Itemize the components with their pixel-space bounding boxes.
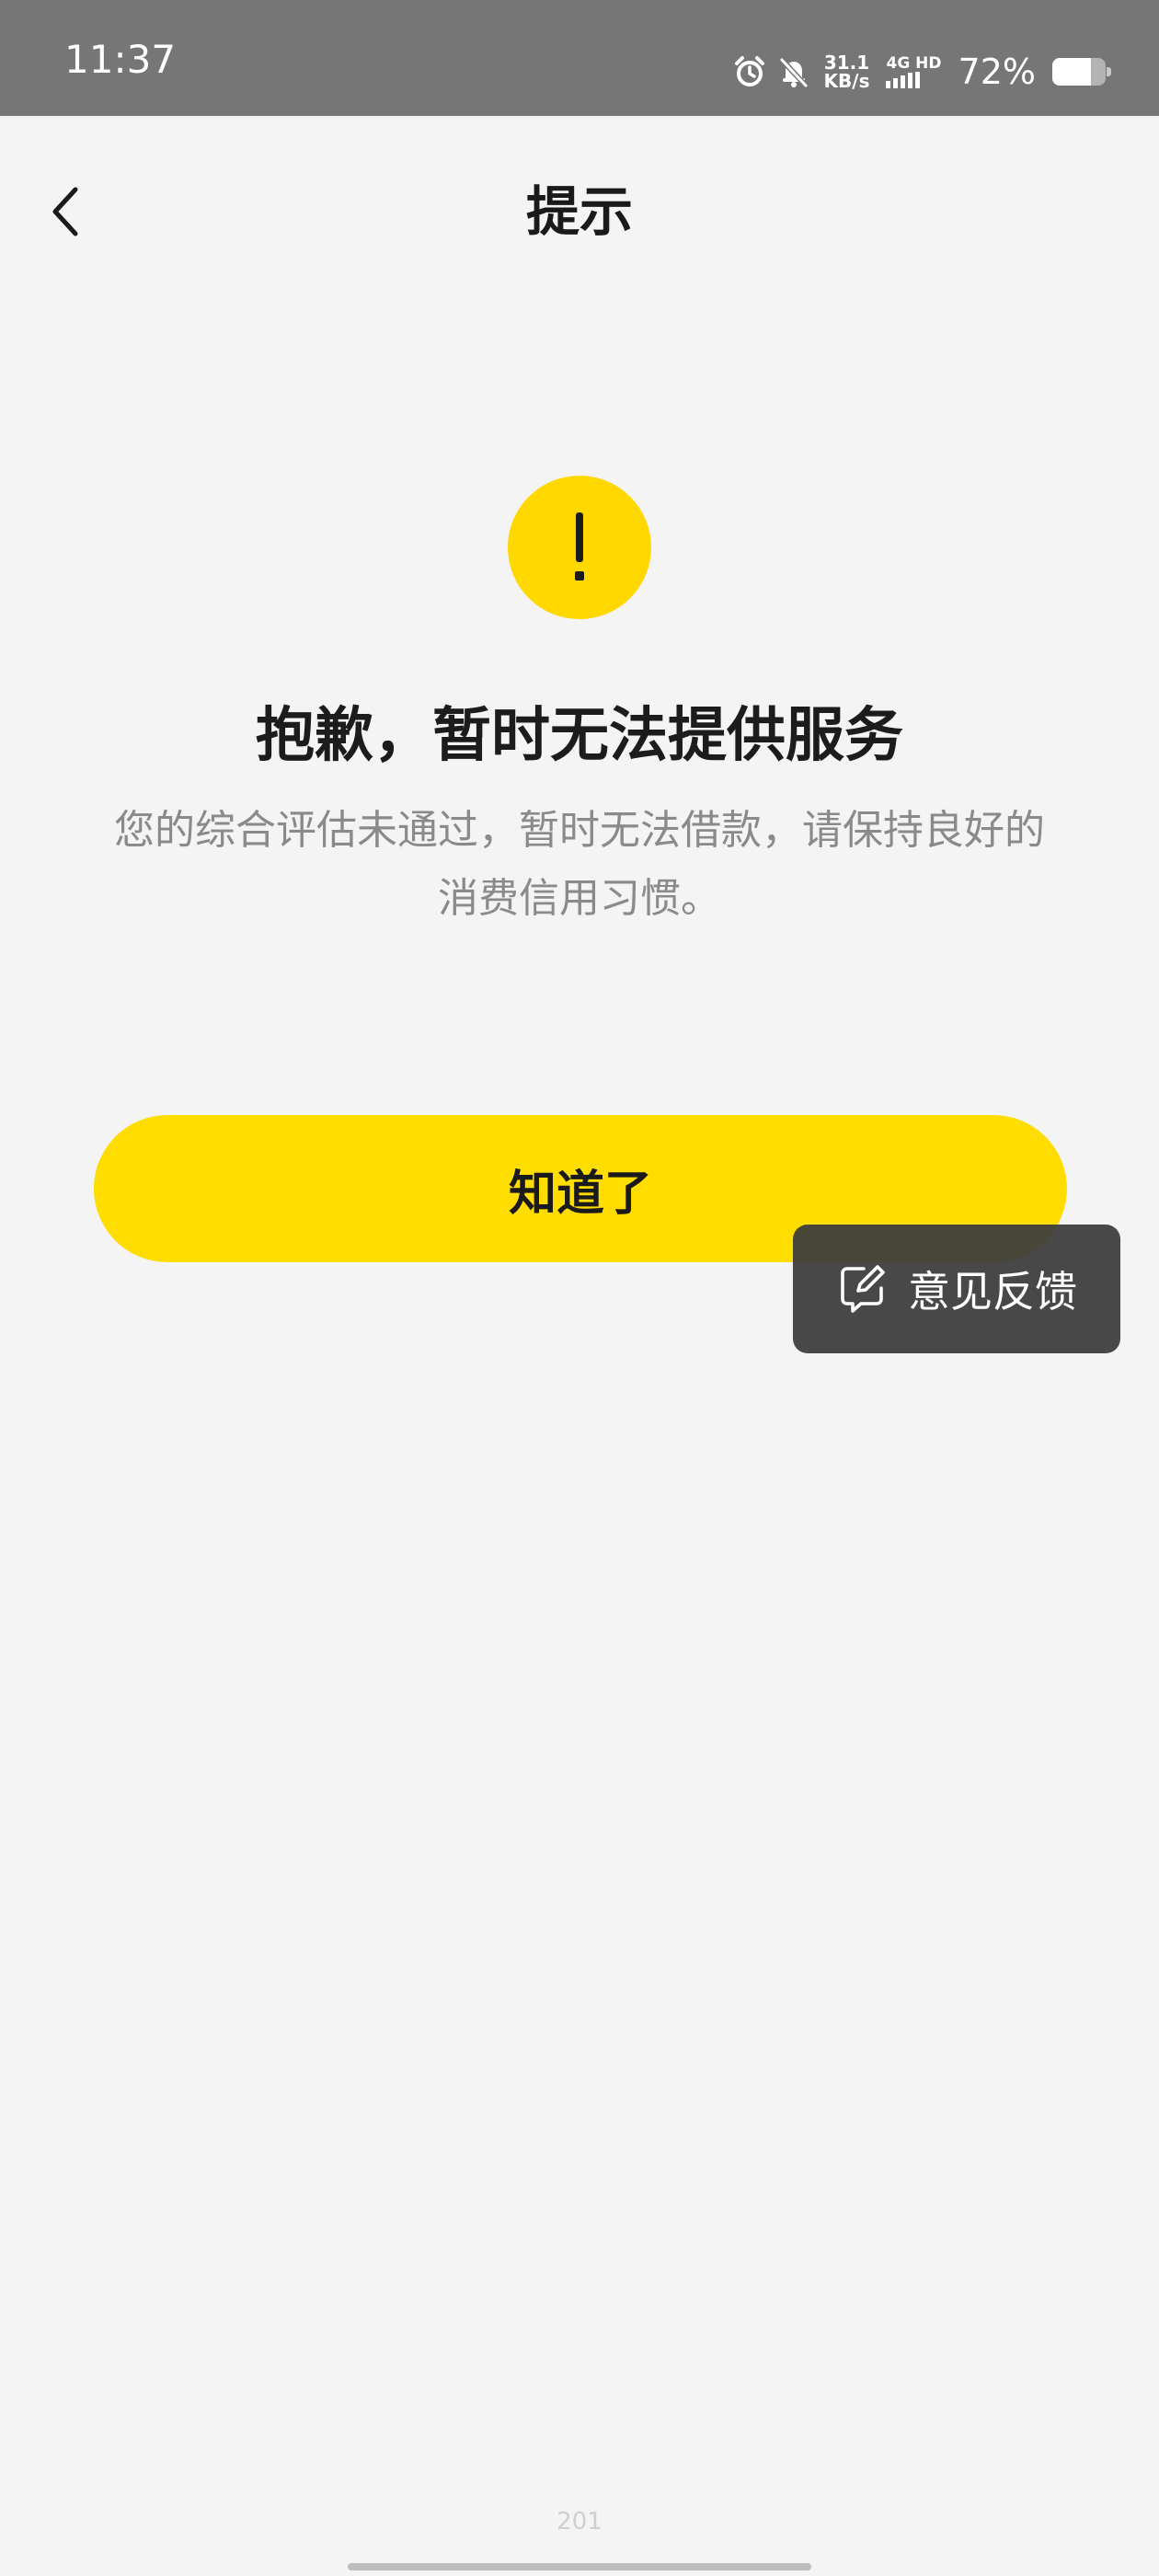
network-type-label: 4G HD xyxy=(886,54,942,73)
network-speed-unit: KB/s xyxy=(823,70,870,92)
signal-icon xyxy=(886,72,921,88)
error-headline: 抱歉，暂时无法提供服务 xyxy=(256,702,903,770)
battery-percent: 72% xyxy=(958,52,1036,92)
error-description: 您的综合评估未通过，暂时无法借款，请保持良好的消费信用习惯。 xyxy=(114,807,1045,922)
page-title: 提示 xyxy=(525,180,633,243)
alarm-icon xyxy=(732,54,767,89)
network-speed-value: 31.1 xyxy=(823,52,870,74)
feedback-button[interactable]: 意见反馈 xyxy=(793,1225,1120,1353)
warning-badge xyxy=(508,476,651,619)
nav-bar: 提示 xyxy=(0,116,1159,322)
status-time: 11:37 xyxy=(64,37,177,82)
page-number: 201 xyxy=(557,2508,602,2536)
network-speed: 31.1 KB/s xyxy=(824,53,870,90)
mute-bell-icon xyxy=(776,54,811,89)
status-bar: 11:37 31.1 KB/s 4G HD 72% xyxy=(0,0,1159,116)
feedback-edit-icon xyxy=(841,1265,885,1313)
battery-fill xyxy=(1052,58,1091,86)
home-indicator[interactable] xyxy=(348,2563,811,2570)
feedback-label: 意见反馈 xyxy=(908,1267,1077,1317)
exclamation-icon xyxy=(575,512,584,581)
status-indicators: 31.1 KB/s 4G HD 72% xyxy=(732,46,1111,98)
battery-icon xyxy=(1052,58,1111,86)
signal-indicator: 4G HD xyxy=(886,54,942,88)
